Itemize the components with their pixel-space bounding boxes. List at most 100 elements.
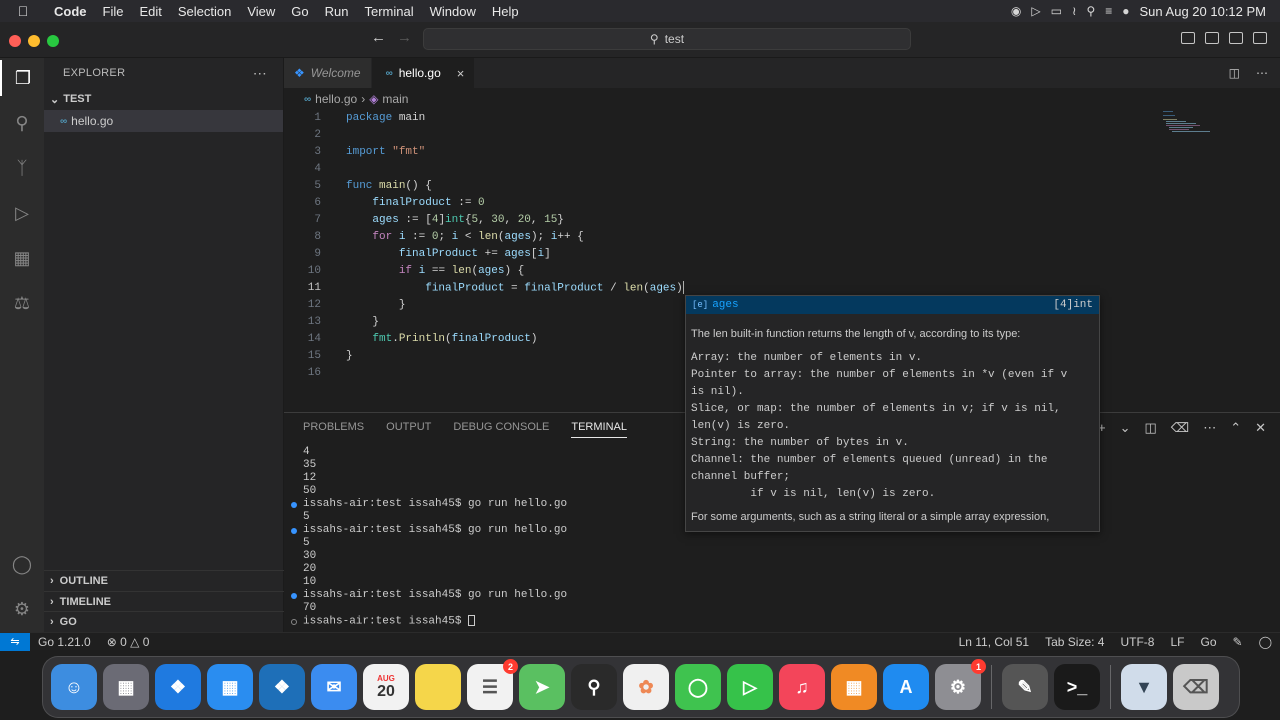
outline-section[interactable]: › OUTLINE (44, 570, 284, 591)
more-actions-icon[interactable]: ⋯ (1256, 66, 1268, 80)
menu-file[interactable]: File (95, 4, 132, 19)
reminders-icon[interactable]: ☰ 2 (467, 659, 518, 710)
testing-icon[interactable]: ⚖ (0, 285, 44, 321)
messages-icon[interactable]: ◯ (675, 664, 721, 710)
toggle-sidebar-icon[interactable] (1181, 32, 1195, 44)
minimize-window-button[interactable] (28, 35, 40, 47)
customize-layout-icon[interactable] (1253, 32, 1267, 44)
go-section[interactable]: › GO (44, 611, 284, 632)
tab-debug-console[interactable]: DEBUG CONSOLE (453, 421, 549, 438)
command-decoration-icon[interactable] (291, 502, 297, 508)
timeline-section[interactable]: › TIMELINE (44, 591, 284, 612)
search-view-icon[interactable]: ⚲ (0, 105, 44, 141)
tab-terminal[interactable]: TERMINAL (571, 421, 627, 438)
extensions-icon[interactable]: ▦ (0, 240, 44, 276)
more-actions-icon[interactable]: ⋯ (253, 65, 267, 82)
folder-test[interactable]: ⌄ TEST (44, 88, 283, 110)
tab-problems[interactable]: PROBLEMS (303, 421, 364, 438)
downloads-folder-icon[interactable]: ▼ (1121, 664, 1167, 710)
music-icon[interactable]: ♫ (779, 664, 825, 710)
menu-run[interactable]: Run (317, 4, 357, 19)
end-of-line[interactable]: LF (1162, 635, 1192, 649)
forward-arrow-icon[interactable]: → (397, 29, 412, 46)
terminal-output[interactable]: 4 35 12 50 issahs-air:test issah45$ go r… (291, 446, 567, 628)
cursor-position[interactable]: Ln 11, Col 51 (951, 635, 1038, 649)
split-terminal-icon[interactable]: ◫ (1145, 420, 1157, 436)
run-debug-icon[interactable]: ▷ (0, 195, 44, 231)
suggestion-item[interactable]: [e] ages [4]int (686, 296, 1099, 314)
command-center-search[interactable]: ⚲ test (423, 28, 911, 50)
photos-icon[interactable]: ✿ (623, 664, 669, 710)
play-icon[interactable]: ▷ (1031, 4, 1040, 18)
battery-icon[interactable]: ▭ (1051, 4, 1062, 18)
toggle-panel-icon[interactable] (1205, 32, 1219, 44)
menu-edit[interactable]: Edit (131, 4, 169, 19)
menu-code[interactable]: Code (46, 4, 95, 19)
toggle-secondary-sidebar-icon[interactable] (1229, 32, 1243, 44)
source-control-icon[interactable]: ᛉ (0, 150, 44, 186)
control-center-icon[interactable]: ≡ (1105, 4, 1112, 18)
notes-icon[interactable] (415, 664, 461, 710)
tab-output[interactable]: OUTPUT (386, 421, 431, 438)
books-icon[interactable]: ▦ (831, 664, 877, 710)
preview-icon[interactable]: ✎ (1002, 664, 1048, 710)
menu-go[interactable]: Go (283, 4, 316, 19)
notifications-bell-icon[interactable]: ◯ (1251, 635, 1280, 649)
manage-gear-icon[interactable]: ⚙ (0, 591, 44, 627)
encoding[interactable]: UTF-8 (1112, 635, 1162, 649)
breadcrumb-file[interactable]: hello.go (315, 92, 357, 106)
apple-menu-icon[interactable]:  (0, 3, 46, 19)
siri-icon[interactable]: ● (1122, 4, 1129, 18)
finder-icon[interactable]: ☺ (51, 664, 97, 710)
trash-icon[interactable]: ⌫ (1171, 420, 1189, 436)
feedback-icon[interactable]: ✎ (1225, 635, 1251, 649)
command-decoration-icon[interactable] (291, 593, 297, 599)
close-tab-icon[interactable]: × (457, 66, 465, 81)
account-icon[interactable]: ◯ (0, 546, 44, 582)
minimap[interactable] (1163, 110, 1211, 134)
record-icon[interactable]: ◉ (1011, 4, 1021, 18)
menu-terminal[interactable]: Terminal (357, 4, 422, 19)
close-window-button[interactable] (9, 35, 21, 47)
file-hello-go[interactable]: ∞ hello.go (44, 110, 283, 132)
menu-help[interactable]: Help (484, 4, 527, 19)
menu-selection[interactable]: Selection (170, 4, 239, 19)
tab-hello-go[interactable]: ∞ hello.go × (371, 58, 476, 88)
tab-size[interactable]: Tab Size: 4 (1037, 635, 1112, 649)
more-actions-icon[interactable]: ⋯ (1203, 420, 1216, 436)
breadcrumb-symbol[interactable]: main (382, 92, 408, 106)
suggest-widget[interactable]: [e] ages [4]int The len built-in functio… (685, 295, 1100, 532)
maps-icon[interactable]: ➤ (519, 664, 565, 710)
back-arrow-icon[interactable]: ← (371, 29, 386, 46)
app-store-icon[interactable]: A (883, 664, 929, 710)
launchpad-icon[interactable]: ▦ (103, 664, 149, 710)
system-settings-icon[interactable]: ⚙ 1 (935, 659, 986, 710)
calendar-icon[interactable]: AUG 20 (363, 664, 409, 710)
mail-icon[interactable]: ✉ (311, 664, 357, 710)
command-decoration-icon[interactable] (291, 619, 297, 625)
zoom-window-button[interactable] (47, 35, 59, 47)
trash-bin-icon[interactable]: ⌫ (1173, 664, 1219, 710)
go-version[interactable]: Go 1.21.0 (30, 635, 99, 649)
explorer-icon[interactable]: ❐ (0, 60, 44, 96)
wifi-icon[interactable]: ≀ (1072, 4, 1077, 18)
language-mode[interactable]: Go (1192, 635, 1224, 649)
vscode-icon[interactable]: ❖ (259, 664, 305, 710)
menu-window[interactable]: Window (422, 4, 484, 19)
spotlight-icon[interactable]: ⚲ (1086, 4, 1095, 18)
problems-indicator[interactable]: ⊗ 0 △ 0 (99, 635, 158, 649)
terminal-app-icon[interactable]: >_ (1054, 664, 1100, 710)
safari-icon[interactable]: ❖ (155, 664, 201, 710)
menu-view[interactable]: View (239, 4, 283, 19)
facetime-icon[interactable]: ▷ (727, 664, 773, 710)
split-editor-icon[interactable]: ◫ (1229, 66, 1240, 80)
keynote-icon[interactable]: ▦ (207, 664, 253, 710)
remote-indicator-icon[interactable]: ⇋ (0, 632, 30, 651)
clock[interactable]: Sun Aug 20 10:12 PM (1140, 4, 1266, 19)
command-decoration-icon[interactable] (291, 528, 297, 534)
quicktime-icon[interactable]: ⚲ (571, 664, 617, 710)
tab-welcome[interactable]: ❖ Welcome (284, 58, 372, 88)
close-panel-icon[interactable]: ✕ (1255, 420, 1266, 436)
terminal-dropdown-icon[interactable]: ⌄ (1120, 420, 1131, 436)
maximize-panel-icon[interactable]: ⌃ (1230, 420, 1241, 436)
